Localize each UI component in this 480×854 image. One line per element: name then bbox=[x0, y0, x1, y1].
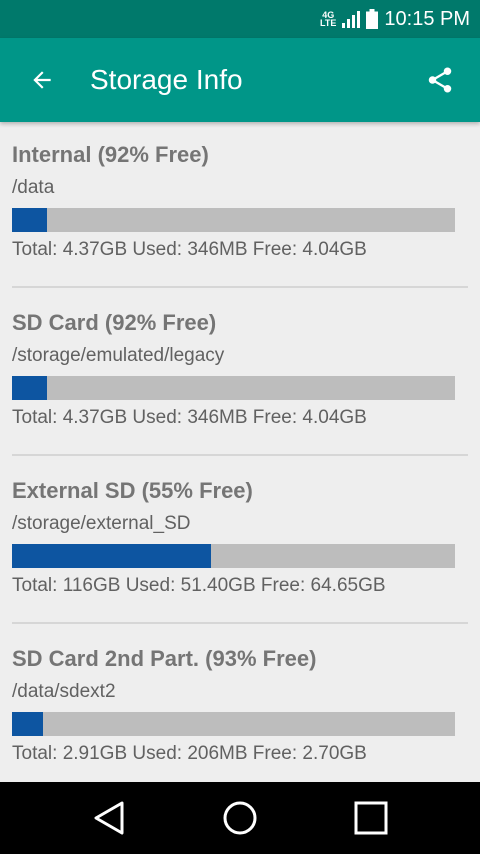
status-icons: 4G LTE 10:15 PM bbox=[320, 0, 470, 38]
storage-usage-bar bbox=[12, 208, 455, 232]
navigation-bar bbox=[0, 782, 480, 854]
storage-usage-fill bbox=[12, 376, 48, 400]
app-bar: Storage Info bbox=[0, 38, 480, 122]
storage-item: Internal (92% Free) /data Total: 4.37GB … bbox=[0, 122, 480, 290]
status-bar: 4G LTE 10:15 PM bbox=[0, 0, 480, 38]
storage-item: External SD (55% Free) /storage/external… bbox=[0, 458, 480, 626]
nav-back-icon bbox=[94, 801, 124, 835]
status-time: 10:15 PM bbox=[384, 7, 470, 30]
nav-recents-icon bbox=[354, 801, 388, 835]
storage-item: SD Card 2nd Part. (93% Free) /data/sdext… bbox=[0, 626, 480, 782]
page-title: Storage Info bbox=[90, 64, 243, 95]
back-button[interactable] bbox=[24, 62, 60, 98]
storage-summary: Total: 4.37GB Used: 346MB Free: 4.04GB bbox=[12, 239, 367, 260]
storage-path: /storage/external_SD bbox=[12, 513, 191, 534]
share-icon bbox=[428, 67, 452, 93]
storage-summary: Total: 116GB Used: 51.40GB Free: 64.65GB bbox=[12, 575, 386, 596]
storage-usage-bar bbox=[12, 712, 455, 736]
divider bbox=[12, 454, 468, 456]
storage-name: Internal (92% Free) bbox=[12, 142, 209, 167]
share-button[interactable] bbox=[420, 62, 460, 98]
storage-usage-fill bbox=[12, 208, 48, 232]
signal-icon bbox=[342, 11, 361, 28]
storage-path: /data/sdext2 bbox=[12, 681, 116, 702]
nav-recents-button[interactable] bbox=[351, 798, 391, 838]
storage-name: External SD (55% Free) bbox=[12, 478, 253, 503]
nav-home-icon bbox=[223, 801, 257, 835]
storage-usage-bar bbox=[12, 376, 455, 400]
storage-item: SD Card (92% Free) /storage/emulated/leg… bbox=[0, 290, 480, 458]
storage-summary: Total: 2.91GB Used: 206MB Free: 2.70GB bbox=[12, 743, 367, 764]
storage-summary: Total: 4.37GB Used: 346MB Free: 4.04GB bbox=[12, 407, 367, 428]
network-type-icon: 4G LTE bbox=[320, 10, 337, 28]
divider bbox=[12, 286, 468, 288]
storage-list: Internal (92% Free) /data Total: 4.37GB … bbox=[0, 122, 480, 782]
battery-icon bbox=[366, 9, 379, 29]
storage-usage-bar bbox=[12, 544, 455, 568]
storage-path: /storage/emulated/legacy bbox=[12, 345, 225, 366]
nav-back-button[interactable] bbox=[89, 798, 129, 838]
storage-usage-fill bbox=[12, 712, 43, 736]
storage-path: /data bbox=[12, 177, 55, 198]
storage-name: SD Card 2nd Part. (93% Free) bbox=[12, 646, 317, 671]
storage-name: SD Card (92% Free) bbox=[12, 310, 217, 335]
storage-usage-fill bbox=[12, 544, 212, 568]
nav-home-button[interactable] bbox=[220, 798, 260, 838]
divider bbox=[12, 622, 468, 624]
arrow-back-icon bbox=[33, 71, 51, 89]
